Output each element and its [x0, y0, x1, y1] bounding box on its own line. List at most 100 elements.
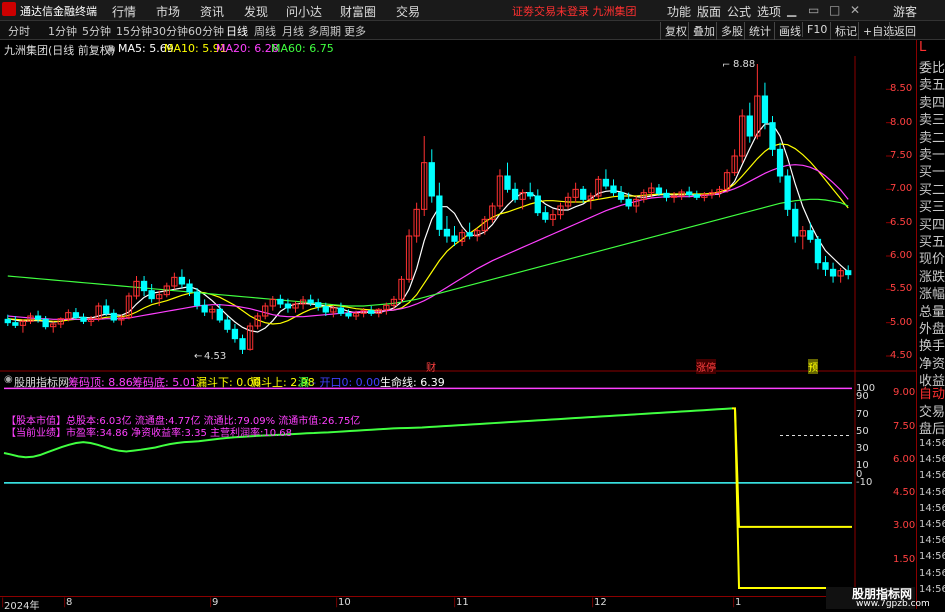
menu-shichang[interactable]: 市场	[156, 3, 180, 20]
panel-item-13[interactable]: 涨幅	[919, 283, 945, 302]
candle-body	[428, 162, 435, 197]
forecast-marker[interactable]: 预	[808, 359, 818, 374]
panel-item-0[interactable]: 委比	[919, 57, 945, 76]
multi-stock-button[interactable]: 多股	[716, 22, 747, 40]
menu-gongshi[interactable]: 公式	[727, 3, 751, 20]
panel-item-14[interactable]: 总量	[919, 301, 945, 320]
close-icon[interactable]: ✕	[850, 3, 860, 17]
menu-faxian[interactable]: 发现	[244, 3, 268, 20]
candle-body	[345, 312, 352, 317]
low-arrow-icon: ←	[194, 351, 203, 362]
panel-item-6[interactable]: 买一	[919, 161, 945, 180]
panel-item-25[interactable]: 14:56	[919, 487, 945, 498]
panel-item-4[interactable]: 卖二	[919, 127, 945, 146]
menu-zixun[interactable]: 资讯	[200, 3, 224, 20]
panel-toggle-label[interactable]: L	[919, 40, 926, 55]
panel-item-5[interactable]: 卖一	[919, 144, 945, 163]
menu-jiaoyi[interactable]: 交易	[396, 3, 420, 20]
candle-body	[542, 212, 549, 220]
price-tick-label: 8.00	[890, 116, 913, 128]
restore-icon[interactable]: ▭	[808, 3, 819, 17]
fundamentals-block: 【股本市值】总股本:6.03亿 流通盘:4.77亿 流通比:79.09% 流通市…	[6, 416, 360, 440]
f10-button[interactable]: F10	[802, 22, 831, 37]
panel-item-28[interactable]: 14:56	[919, 535, 945, 546]
guest-label[interactable]: 游客	[893, 3, 917, 20]
menu-gongneng[interactable]: 功能	[667, 3, 691, 20]
panel-item-29[interactable]: 14:56	[919, 551, 945, 562]
panel-item-30[interactable]: 14:56	[919, 568, 945, 579]
finance-event-marker[interactable]: 财	[426, 359, 436, 374]
indicator-toggle-icon[interactable]: ◉	[4, 374, 13, 385]
inner-scale-label: 50	[856, 425, 869, 437]
date-axis: 2024年 | 8 | 9 | 10 | 11 | 12 | 1 |	[0, 596, 915, 612]
period-monthly[interactable]: 月线	[282, 23, 304, 39]
candle-body	[201, 304, 208, 313]
stats-button[interactable]: 统计	[744, 22, 775, 40]
panel-item-31[interactable]: 14:56	[919, 584, 945, 595]
high-price-marker: 8.88	[733, 59, 756, 70]
back-button[interactable]: 返回	[889, 22, 920, 40]
kline-chart[interactable]	[0, 40, 916, 596]
menu-banmian[interactable]: 版面	[697, 3, 721, 20]
period-60min[interactable]: 60分钟	[188, 23, 224, 39]
mark-button[interactable]: 标记	[830, 22, 861, 40]
price-tick-label: 7.00	[890, 183, 913, 195]
candle-body	[822, 262, 829, 270]
indicator-tick-label: 7.50	[893, 420, 916, 432]
panel-item-11[interactable]: 现价	[919, 248, 945, 267]
panel-item-22[interactable]: 14:56	[919, 438, 945, 449]
panel-item-20[interactable]: 交易	[919, 401, 945, 420]
candle-body	[769, 122, 776, 150]
price-tick-label: 6.00	[890, 250, 913, 261]
period-more[interactable]: 更多	[344, 23, 366, 39]
period-weekly[interactable]: 周线	[254, 23, 276, 39]
panel-item-19[interactable]: 自动	[919, 383, 945, 402]
maximize-icon[interactable]: □	[829, 3, 840, 17]
candle-body	[284, 303, 292, 309]
price-tick-label: 7.50	[890, 150, 913, 161]
panel-item-15[interactable]: 外盘	[919, 318, 945, 337]
price-tick-label: 4.50	[890, 350, 913, 361]
panel-item-21[interactable]: 盘后	[919, 418, 945, 437]
price-tick-label: 8.50	[890, 83, 913, 95]
panel-item-12[interactable]: 涨跌	[919, 266, 945, 285]
period-fenshi[interactable]: 分时	[8, 23, 30, 39]
period-5min[interactable]: 5分钟	[82, 23, 111, 39]
panel-item-16[interactable]: 换手	[919, 335, 945, 354]
panel-item-2[interactable]: 卖四	[919, 92, 945, 111]
panel-item-24[interactable]: 14:56	[919, 470, 945, 481]
period-30min[interactable]: 30分钟	[152, 23, 188, 39]
period-daily[interactable]: 日线	[226, 23, 248, 39]
panel-item-23[interactable]: 14:56	[919, 454, 945, 465]
panel-item-7[interactable]: 买二	[919, 179, 945, 198]
panel-item-10[interactable]: 买五	[919, 231, 945, 250]
fuquan-button[interactable]: 复权	[660, 22, 691, 40]
candle-body	[231, 328, 239, 340]
panel-item-9[interactable]: 买四	[919, 214, 945, 233]
performance-info: 市盈率:34.86 净资收益率:3.35 主营利润率:10.68	[66, 428, 292, 439]
candle-body	[42, 318, 49, 328]
inner-scale-label: 30	[856, 442, 869, 454]
indicator-name[interactable]: 股朋指标网	[14, 374, 69, 390]
panel-item-17[interactable]: 净资	[919, 353, 945, 372]
period-15min[interactable]: 15分钟	[116, 23, 152, 39]
limit-up-marker[interactable]: 涨停	[696, 359, 716, 374]
overlay-button[interactable]: 叠加	[688, 22, 719, 40]
draw-line-button[interactable]: 画线	[774, 22, 805, 40]
period-multi[interactable]: 多周期	[308, 23, 341, 39]
menu-caifuquan[interactable]: 财富圈	[340, 3, 376, 20]
panel-item-1[interactable]: 卖五	[919, 74, 945, 93]
price-tick-label: 5.50	[890, 283, 913, 295]
panel-item-3[interactable]: 卖三	[919, 109, 945, 128]
candle-body	[148, 290, 155, 300]
menu-wenxiaoda[interactable]: 问小达	[286, 3, 322, 20]
candle-body	[80, 316, 87, 322]
menu-xuanxiang[interactable]: 选项	[757, 3, 781, 20]
panel-item-8[interactable]: 买三	[919, 196, 945, 215]
panel-item-27[interactable]: 14:56	[919, 519, 945, 530]
price-tick-label: 6.50	[890, 216, 913, 228]
period-1min[interactable]: 1分钟	[48, 23, 77, 39]
menu-hangqing[interactable]: 行情	[112, 3, 136, 20]
minimize-icon[interactable]: ▁	[787, 3, 796, 17]
panel-item-26[interactable]: 14:56	[919, 503, 945, 514]
